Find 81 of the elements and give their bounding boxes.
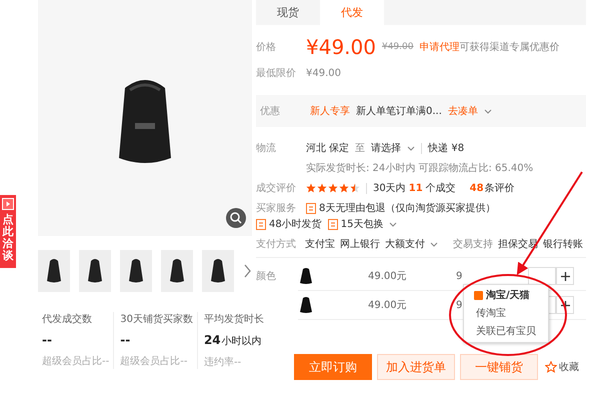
trade-option: 银行转账 — [543, 237, 583, 251]
sales-label: 30天内 — [373, 182, 406, 195]
stat-note: 超级会员占比-- — [42, 354, 110, 368]
order-button[interactable]: 立即订购 — [294, 354, 372, 380]
backpack-thumbnail[interactable] — [298, 267, 314, 285]
tab[interactable]: 现货 — [256, 0, 320, 25]
sales-label: 个成交 — [426, 182, 456, 195]
stat-value: -- — [120, 333, 132, 347]
action-button[interactable]: 加入进货单 — [377, 354, 455, 380]
thumbnail-photo[interactable] — [161, 250, 193, 292]
stat-label: 平均发货时长 — [204, 312, 264, 326]
star-icon — [328, 183, 338, 193]
menu-item[interactable]: 传淘宝 — [476, 306, 506, 320]
service-icon — [256, 218, 266, 230]
review-label[interactable]: 条评价 — [484, 181, 515, 195]
caret-down-icon[interactable] — [389, 220, 398, 228]
promo-link[interactable]: 去凑单 — [448, 104, 478, 118]
backpack-thumbnail[interactable] — [298, 296, 314, 314]
star-icon — [350, 183, 360, 193]
color-price: 49.00元 — [368, 270, 408, 283]
payment-method: 支付宝 — [305, 238, 335, 251]
stock-count: 9 — [456, 270, 464, 282]
origin-text: 河北 保定 — [306, 142, 350, 155]
sales-count: 11 — [408, 182, 423, 194]
thumbnail-photo[interactable] — [202, 250, 234, 292]
shop-icon — [474, 290, 483, 300]
destination-select[interactable]: 请选择 — [371, 141, 402, 155]
color-price: 49.00元 — [368, 299, 408, 312]
shipping-fee: 快递 ¥8 — [428, 142, 464, 155]
star-icon — [317, 183, 327, 193]
menu-item[interactable]: 关联已有宝贝 — [476, 324, 536, 338]
service-icon — [306, 202, 316, 214]
menu-heading: 淘宝/天猫 — [486, 288, 530, 302]
thumbnail-photo[interactable] — [79, 250, 111, 292]
star-icon — [306, 183, 316, 193]
service-text: 48小时发货 — [269, 218, 322, 231]
plus-icon[interactable] — [560, 300, 570, 310]
promo-tag: 新人专享 — [310, 104, 350, 118]
service-text: 8天无理由包退（仅向淘货源买家提供） — [319, 202, 496, 215]
stat-note: 违约率-- — [204, 356, 242, 369]
stat-value: 24小时以内 — [204, 333, 263, 348]
plus-icon[interactable] — [560, 272, 570, 280]
tab[interactable]: 代发 — [320, 0, 384, 25]
thumbnail-photo[interactable] — [38, 250, 70, 292]
caret-down-icon[interactable] — [484, 108, 492, 114]
payment-method: 网上银行 — [340, 238, 380, 251]
service-text: 15天包换 — [340, 218, 384, 231]
field-label: 最低限价 — [256, 67, 297, 80]
action-button[interactable]: 一键铺货 — [460, 354, 538, 380]
favorite-link[interactable]: 收藏 — [559, 360, 579, 374]
chevron-right-icon[interactable] — [243, 263, 252, 279]
star-icon — [339, 183, 349, 193]
logistics-detail: 实际发货时长: 24小时内 可跟踪物流占比: 65.40% — [305, 162, 534, 175]
star-icon[interactable] — [545, 361, 557, 373]
field-label: 价格 — [256, 40, 277, 54]
field-label: 物流 — [256, 142, 277, 155]
payment-method: 大额支付 — [385, 238, 425, 251]
stat-note: 超级会员占比-- — [120, 354, 188, 368]
to-text: 至 — [355, 142, 366, 155]
zoom-icon[interactable] — [226, 208, 246, 228]
stat-label: 30天铺货买家数 — [120, 312, 193, 326]
service-icon — [328, 218, 338, 230]
field-label: 交易支持 — [453, 238, 493, 251]
field-label: 优惠 — [260, 104, 281, 118]
min-price-value: ¥49.00 — [306, 68, 341, 78]
review-count: 48 — [470, 182, 484, 194]
apply-agent-link[interactable]: 申请代理 — [419, 42, 460, 53]
field-label: 颜色 — [256, 270, 277, 283]
caret-down-icon[interactable] — [407, 144, 416, 152]
price-value: ¥49.00 — [306, 35, 376, 59]
field-label: 支付方式 — [256, 238, 297, 251]
promo-text: 新人单笔订单满0... — [356, 104, 442, 118]
stat-label: 代发成交数 — [42, 312, 93, 326]
stock-count: 9 — [456, 300, 464, 310]
field-label: 成交评价 — [256, 182, 297, 195]
original-price: ¥49.00 — [382, 42, 414, 52]
field-label: 买家服务 — [256, 202, 297, 215]
stat-value: -- — [42, 333, 53, 347]
caret-down-icon[interactable] — [430, 240, 438, 248]
apply-note: 可获得渠道专属优惠价 — [459, 42, 560, 53]
thumbnail-photo[interactable] — [120, 250, 152, 292]
